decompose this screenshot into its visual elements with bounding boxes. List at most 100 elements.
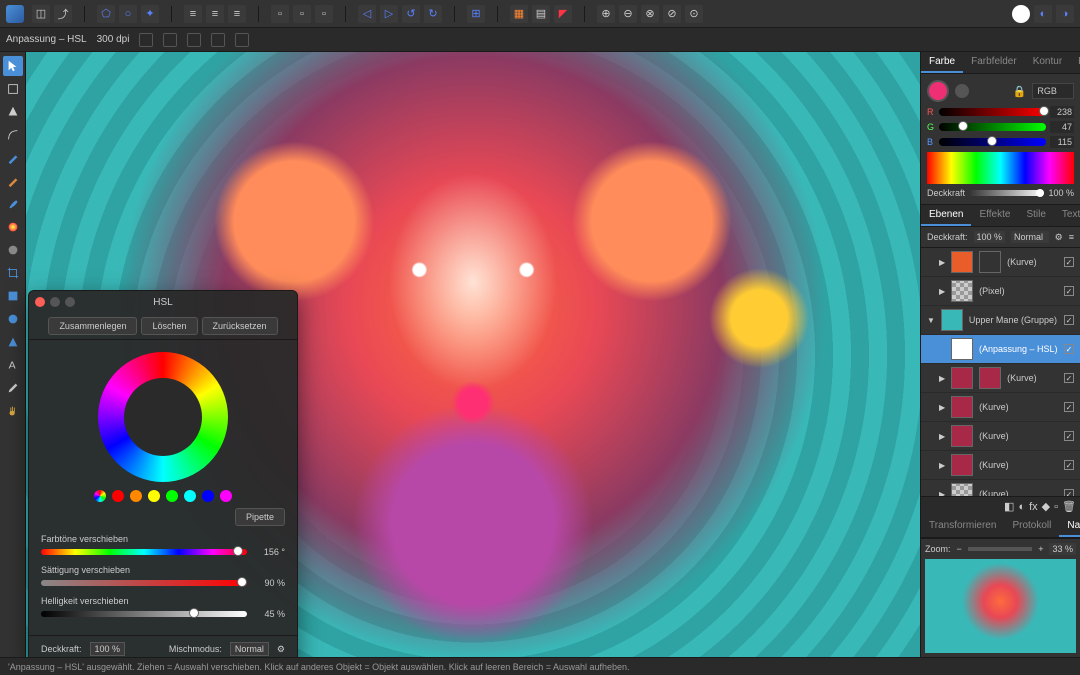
eyedropper-tool[interactable] (3, 378, 23, 398)
hue-shift-value[interactable]: 156 ° (253, 547, 285, 557)
opacity-slider[interactable] (969, 190, 1044, 196)
layer-row[interactable]: ▶(Kurve)✓ (921, 393, 1080, 422)
tag-icon[interactable]: ◆ (1042, 500, 1050, 513)
boolean-div-icon[interactable]: ⊙ (685, 5, 703, 23)
hsl-channel-swatch[interactable] (184, 490, 196, 502)
gear-icon[interactable]: ⚙ (1055, 232, 1063, 243)
panel-menu-icon[interactable]: ≡ (1069, 232, 1074, 242)
guides-icon[interactable]: ▤ (532, 5, 550, 23)
arrange-back-icon[interactable]: ▫ (271, 5, 289, 23)
visibility-checkbox[interactable]: ✓ (1064, 460, 1074, 470)
ctx-opt-3-icon[interactable] (187, 33, 201, 47)
snap-icon[interactable]: ⊞ (467, 5, 485, 23)
artboard-tool[interactable] (3, 79, 23, 99)
maximize-icon[interactable] (65, 297, 75, 307)
delete-button[interactable]: Löschen (141, 317, 197, 335)
fx-icon[interactable]: fx (1029, 501, 1038, 513)
triangle-tool[interactable] (3, 332, 23, 352)
crop-tool[interactable] (3, 263, 23, 283)
spectrum-picker[interactable] (927, 152, 1074, 184)
r-slider[interactable] (939, 108, 1046, 116)
app-switch-icon[interactable]: ◐ (1034, 5, 1052, 23)
visibility-checkbox[interactable]: ✓ (1064, 489, 1074, 496)
light-shift-value[interactable]: 45 % (253, 609, 285, 619)
rotate-ccw-icon[interactable]: ↺ (402, 5, 420, 23)
align-left-icon[interactable]: ≡ (184, 5, 202, 23)
zoom-slider[interactable] (968, 547, 1032, 551)
arrange-front-icon[interactable]: ▫ (315, 5, 333, 23)
fill-color-well[interactable] (927, 80, 949, 102)
pencil-tool[interactable] (3, 171, 23, 191)
boolean-int-icon[interactable]: ⊗ (641, 5, 659, 23)
tab-farbe[interactable]: Farbe (921, 52, 963, 73)
hsl-channel-swatch[interactable] (166, 490, 178, 502)
grid-icon[interactable]: ▦ (510, 5, 528, 23)
light-shift-slider[interactable] (41, 611, 247, 617)
tab-kontur[interactable]: Kontur (1025, 52, 1070, 73)
flip-v-icon[interactable]: ▷ (380, 5, 398, 23)
tab-farbfelder[interactable]: Farbfelder (963, 52, 1025, 73)
hue-wheel[interactable] (98, 352, 228, 482)
chevron-right-icon[interactable]: ▶ (939, 287, 945, 296)
share-icon[interactable]: ⤴ (54, 5, 72, 23)
tab-pinsel[interactable]: Pinsel (1070, 52, 1080, 73)
tab-ebenen[interactable]: Ebenen (921, 205, 971, 226)
keyline-icon[interactable]: ◤ (554, 5, 572, 23)
flip-h-icon[interactable]: ◁ (358, 5, 376, 23)
zoom-value[interactable]: 33 % (1049, 543, 1076, 555)
close-icon[interactable] (35, 297, 45, 307)
arrange-fwd-icon[interactable]: ▫ (293, 5, 311, 23)
zoom-in-icon[interactable]: + (1038, 544, 1043, 554)
shape-circle-icon[interactable]: ○ (119, 5, 137, 23)
pipette-button[interactable]: Pipette (235, 508, 285, 526)
align-right-icon[interactable]: ≡ (228, 5, 246, 23)
tab-protokoll[interactable]: Protokoll (1004, 516, 1059, 537)
rotate-cw-icon[interactable]: ↻ (424, 5, 442, 23)
layer-row[interactable]: (Anpassung – HSL)✓ (921, 335, 1080, 364)
shapes-tool[interactable] (3, 286, 23, 306)
preview-icon[interactable] (1012, 5, 1030, 23)
opacity-value[interactable]: 100 % (1048, 188, 1074, 198)
layer-row[interactable]: ▶(Pixel)✓ (921, 277, 1080, 306)
chevron-right-icon[interactable]: ▶ (939, 432, 945, 441)
layer-row[interactable]: ▼Upper Mane (Gruppe)✓ (921, 306, 1080, 335)
color-mode-select[interactable]: RGB (1032, 83, 1074, 99)
hsl-channel-swatch[interactable] (148, 490, 160, 502)
transparency-tool[interactable] (3, 240, 23, 260)
chevron-down-icon[interactable]: ▼ (927, 316, 935, 325)
brush-tool[interactable] (3, 194, 23, 214)
ctx-opt-2-icon[interactable] (163, 33, 177, 47)
layer-row[interactable]: ▶(Kurve)✓ (921, 248, 1080, 277)
move-tool[interactable] (3, 56, 23, 76)
merge-button[interactable]: Zusammenlegen (48, 317, 137, 335)
layer-row[interactable]: ▶(Kurve)✓ (921, 364, 1080, 393)
sat-shift-value[interactable]: 90 % (253, 578, 285, 588)
text-tool[interactable]: A (3, 355, 23, 375)
hsl-options-icon[interactable]: ⚙ (277, 644, 285, 655)
sat-shift-slider[interactable] (41, 580, 247, 586)
hsl-channel-swatch[interactable] (202, 490, 214, 502)
chevron-right-icon[interactable]: ▶ (939, 258, 945, 267)
shape-pentagon-icon[interactable]: ⬠ (97, 5, 115, 23)
boolean-xor-icon[interactable]: ⊘ (663, 5, 681, 23)
layer-opacity-value[interactable]: 100 % (974, 231, 1006, 243)
r-value[interactable]: 238 (1050, 106, 1074, 118)
hsl-blend-select[interactable]: Normal (230, 642, 269, 656)
hand-tool[interactable] (3, 401, 23, 421)
tab-textstile[interactable]: Textstile (1054, 205, 1080, 226)
hsl-channel-swatch[interactable] (94, 490, 106, 502)
boolean-add-icon[interactable]: ⊕ (597, 5, 615, 23)
layer-row[interactable]: ▶(Kurve)✓ (921, 422, 1080, 451)
reset-button[interactable]: Zurücksetzen (202, 317, 278, 335)
hsl-channel-swatch[interactable] (220, 490, 232, 502)
mask-icon[interactable]: ◧ (1004, 500, 1014, 513)
zoom-out-icon[interactable]: − (957, 544, 962, 554)
pen-tool[interactable] (3, 148, 23, 168)
hue-shift-slider[interactable] (41, 549, 247, 555)
navigator-preview[interactable] (925, 559, 1076, 653)
boolean-sub-icon[interactable]: ⊖ (619, 5, 637, 23)
tab-stile[interactable]: Stile (1018, 205, 1053, 226)
visibility-checkbox[interactable]: ✓ (1064, 286, 1074, 296)
visibility-checkbox[interactable]: ✓ (1064, 315, 1074, 325)
delete-layer-icon[interactable]: 🗑 (1062, 500, 1076, 513)
